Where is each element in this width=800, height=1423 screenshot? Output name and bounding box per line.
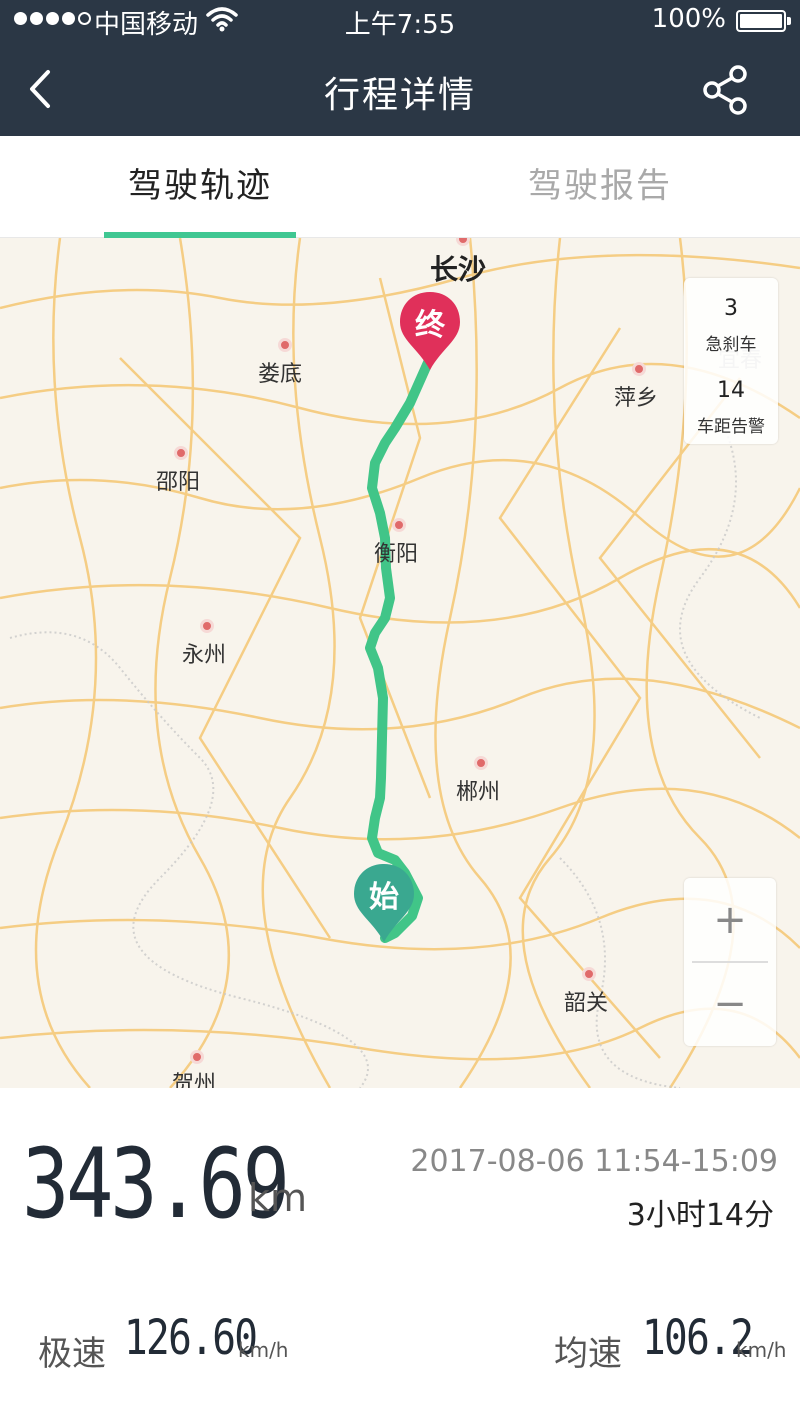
route-map[interactable]: 长沙 娄底 萍乡 宜春 邵阳 衡阳 永州 郴州 韶关 贺州 终 始 3 急刹车 … <box>0 238 800 1088</box>
trip-summary-panel: 343.69 km 2017-08-06 11:54-15:09 3小时14分 … <box>0 1088 800 1423</box>
city-label-hezhou: 贺州 <box>172 1072 217 1088</box>
distance-warning-count: 14 <box>717 378 745 403</box>
trip-time-range: 2017-08-06 11:54-15:09 <box>410 1144 778 1179</box>
city-dot-yongzhou <box>200 619 214 633</box>
city-label-pingxiang: 萍乡 <box>614 386 659 411</box>
driving-events-card: 3 急刹车 14 车距告警 <box>684 278 778 444</box>
navigation-bar: 行程详情 <box>0 44 800 136</box>
tab-driving-report[interactable]: 驾驶报告 <box>400 136 800 238</box>
city-dot-shaoguan <box>582 967 596 981</box>
avg-speed-unit: km/h <box>736 1338 787 1362</box>
top-bar: 中国移动 上午7:55 100% 行程详情 <box>0 0 800 136</box>
end-marker-label: 终 <box>415 308 445 343</box>
status-bar: 中国移动 上午7:55 100% <box>0 0 800 44</box>
trip-distance: 343.69 <box>22 1128 290 1240</box>
city-dot-pingxiang <box>632 362 646 376</box>
city-label-shaoyang: 邵阳 <box>156 470 201 495</box>
start-marker-label: 始 <box>369 880 399 915</box>
hard-brake-label: 急刹车 <box>705 335 757 355</box>
city-label-shaoguan: 韶关 <box>564 991 609 1016</box>
route-path <box>365 353 435 943</box>
max-speed-unit: km/h <box>238 1338 289 1362</box>
city-dot-hezhou <box>190 1050 204 1064</box>
city-dot-shaoyang <box>174 446 188 460</box>
city-label-hengyang: 衡阳 <box>374 542 419 567</box>
end-marker[interactable]: 终 <box>398 290 462 374</box>
zoom-out-button[interactable]: − <box>684 962 776 1046</box>
zoom-in-button[interactable]: + <box>684 878 776 962</box>
distance-warning-label: 车距告警 <box>697 417 765 437</box>
city-dot-hengyang <box>392 518 406 532</box>
city-label-changsha: 长沙 <box>430 253 487 286</box>
max-speed-label: 极速 <box>38 1334 106 1374</box>
tab-driving-track[interactable]: 驾驶轨迹 <box>0 136 400 238</box>
page-title: 行程详情 <box>323 75 476 116</box>
share-icon[interactable] <box>698 62 754 118</box>
battery-percentage: 100% <box>651 4 726 34</box>
avg-speed-label: 均速 <box>554 1334 622 1374</box>
city-label-yongzhou: 永州 <box>182 643 227 668</box>
city-dot-chenzhou <box>474 756 488 770</box>
zoom-control: + − <box>684 878 776 1046</box>
hard-brake-count: 3 <box>724 296 738 321</box>
city-label-chenzhou: 郴州 <box>456 780 501 805</box>
city-label-loudi: 娄底 <box>258 362 303 387</box>
battery-icon <box>736 10 791 32</box>
city-dot-loudi <box>278 338 292 352</box>
max-speed-value: 126.60 <box>124 1310 258 1366</box>
trip-distance-unit: km <box>248 1176 308 1220</box>
trip-duration: 3小时14分 <box>626 1198 774 1233</box>
tab-bar: 驾驶轨迹 驾驶报告 <box>0 136 800 238</box>
start-marker[interactable]: 始 <box>352 862 416 946</box>
